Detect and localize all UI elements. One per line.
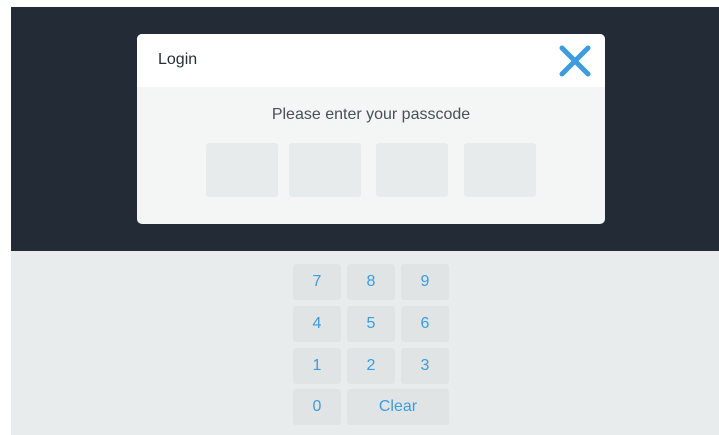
passcode-digit-2 xyxy=(289,143,361,197)
clear-button[interactable]: Clear xyxy=(347,389,449,425)
key-8[interactable]: 8 xyxy=(347,264,395,300)
login-dialog: Login Please enter your passcode xyxy=(137,34,605,224)
key-4[interactable]: 4 xyxy=(293,306,341,342)
close-button[interactable] xyxy=(558,44,592,78)
passcode-digit-1 xyxy=(206,143,278,197)
key-9[interactable]: 9 xyxy=(401,264,449,300)
key-6[interactable]: 6 xyxy=(401,306,449,342)
passcode-digit-3 xyxy=(376,143,448,197)
key-7[interactable]: 7 xyxy=(293,264,341,300)
key-5[interactable]: 5 xyxy=(347,306,395,342)
passcode-digit-4 xyxy=(464,143,536,197)
key-2[interactable]: 2 xyxy=(347,348,395,384)
dialog-header: Login xyxy=(137,34,605,87)
key-1[interactable]: 1 xyxy=(293,348,341,384)
key-0[interactable]: 0 xyxy=(293,389,341,425)
dialog-title: Login xyxy=(158,51,198,68)
close-icon xyxy=(559,45,591,77)
passcode-prompt: Please enter your passcode xyxy=(271,106,471,123)
key-3[interactable]: 3 xyxy=(401,348,449,384)
